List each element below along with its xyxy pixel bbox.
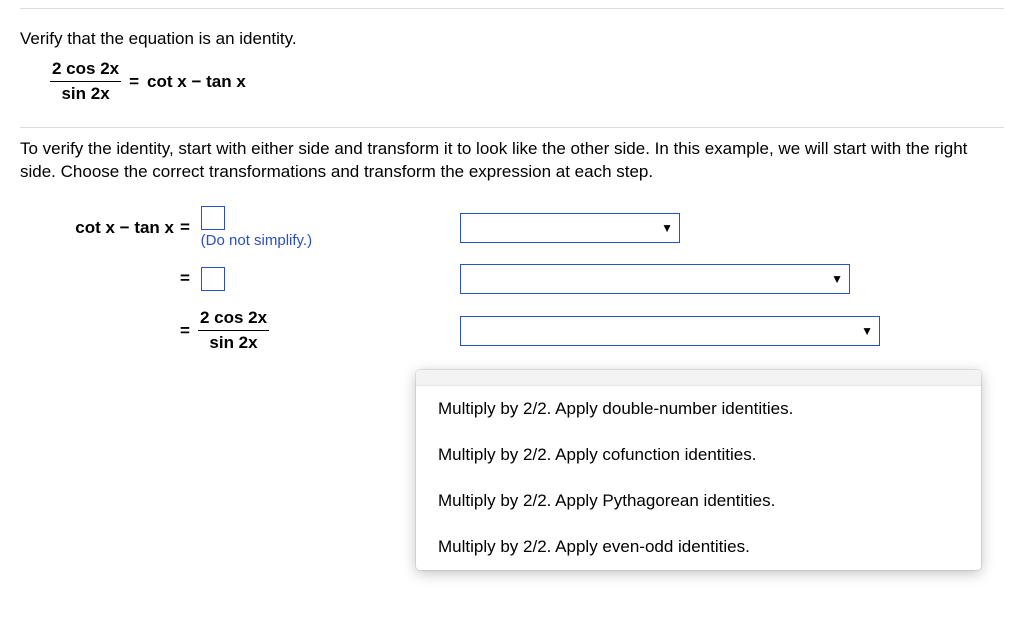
dropdown-option[interactable]: Multiply by 2/2. Apply cofunction identi… — [416, 432, 981, 478]
dropdown-option[interactable]: Multiply by 2/2. Apply double-number ide… — [416, 386, 981, 432]
start-expression: cot x − tan x — [20, 218, 180, 238]
identity-equals: = — [129, 72, 139, 92]
transformation-dropdown-2[interactable]: ▼ — [460, 264, 850, 294]
chevron-down-icon: ▼ — [831, 272, 843, 286]
chevron-down-icon: ▼ — [861, 324, 873, 338]
final-fraction: 2 cos 2x sin 2x — [198, 308, 269, 354]
answer-hint: (Do not simplify.) — [201, 232, 312, 249]
answer-input-2[interactable] — [201, 267, 225, 291]
identity-lhs-numerator: 2 cos 2x — [50, 59, 121, 82]
dropdown-popup: Multiply by 2/2. Apply double-number ide… — [416, 370, 981, 570]
dropdown-popup-header — [416, 370, 981, 386]
answer-input-1[interactable] — [201, 206, 225, 230]
dropdown-option[interactable]: Multiply by 2/2. Apply Pythagorean ident… — [416, 478, 981, 524]
identity-lhs-fraction: 2 cos 2x sin 2x — [50, 59, 121, 105]
transformation-dropdown-1[interactable]: ▼ — [460, 213, 680, 243]
chevron-down-icon: ▼ — [661, 221, 673, 235]
equals-3: = — [180, 321, 190, 341]
equals-2: = — [180, 268, 190, 287]
final-numerator: 2 cos 2x — [198, 308, 269, 331]
identity-lhs-denominator: sin 2x — [50, 82, 121, 104]
final-denominator: sin 2x — [198, 331, 269, 353]
problem-prompt: Verify that the equation is an identity. — [20, 29, 1004, 49]
dropdown-option[interactable]: Multiply by 2/2. Apply even-odd identiti… — [416, 524, 981, 570]
transformation-dropdown-3[interactable]: ▼ — [460, 316, 880, 346]
instruction-text: To verify the identity, start with eithe… — [20, 128, 1004, 188]
identity-rhs: cot x − tan x — [147, 72, 246, 92]
equals-1: = — [180, 217, 190, 236]
